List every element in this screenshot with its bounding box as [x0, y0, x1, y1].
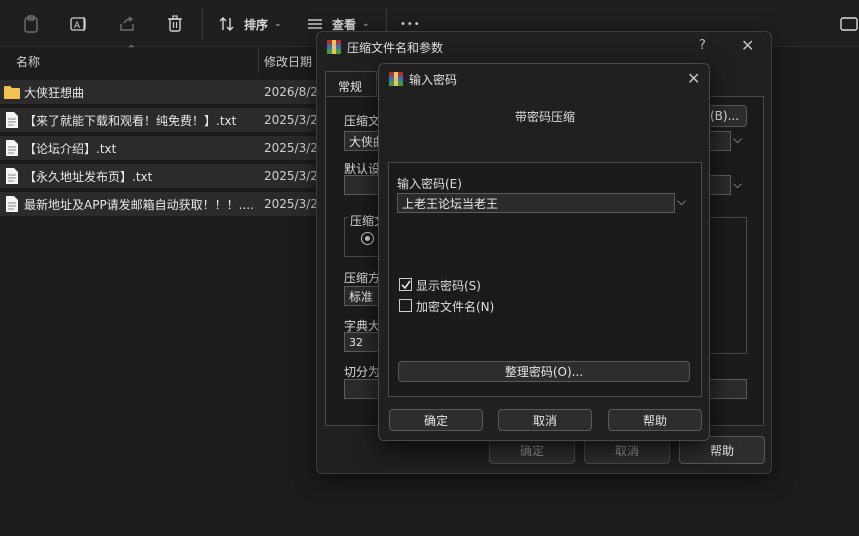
text-file-icon — [6, 140, 18, 156]
list-item[interactable]: 【永久地址发布页】.txt 2025/3/2 — [0, 164, 320, 188]
delete-button[interactable] — [164, 12, 186, 36]
trash-icon — [164, 13, 186, 35]
dialog-title: 压缩文件名和参数 — [347, 41, 444, 55]
winrar-icon — [327, 40, 341, 54]
update-mode-combo[interactable] — [709, 175, 731, 195]
text-file-icon — [6, 112, 18, 128]
file-date: 2025/3/2 — [264, 169, 318, 183]
column-header-modified[interactable]: 修改日期 — [264, 47, 312, 75]
options-field[interactable] — [709, 379, 747, 399]
share-icon — [116, 13, 138, 35]
checkmark-icon — [401, 280, 411, 290]
file-date: 2026/8/2 — [264, 85, 318, 99]
sort-button[interactable]: 排序 ⌄ — [216, 12, 282, 36]
cancel-button[interactable]: 取消 — [498, 409, 592, 431]
svg-text:A: A — [74, 21, 81, 31]
column-modified-label: 修改日期 — [264, 54, 313, 69]
winrar-icon — [389, 72, 403, 86]
encrypt-names-checkbox[interactable] — [399, 299, 412, 312]
sort-icon — [216, 13, 238, 35]
text-file-icon — [6, 168, 18, 184]
rename-button[interactable]: A — [68, 12, 90, 36]
list-item[interactable]: 最新地址及APP请发邮箱自动获取！！！.... 2025/3/2 — [0, 192, 320, 216]
details-pane-icon — [838, 13, 859, 35]
clipboard-icon — [20, 13, 42, 35]
tab-general-label: 常规 — [338, 80, 363, 94]
help-title-button[interactable]: ? — [699, 38, 706, 53]
toolbar-divider — [202, 9, 203, 39]
archive-name-label: 压缩文 — [344, 114, 381, 128]
file-date: 2025/3/2 — [264, 141, 318, 155]
folder-icon — [4, 86, 20, 99]
file-date: 2025/3/2 — [264, 113, 318, 127]
password-label: 输入密码(E) — [397, 177, 462, 191]
chevron-down-icon: ⌄ — [362, 19, 370, 29]
tab-general[interactable]: 常规 — [325, 71, 377, 97]
chevron-down-icon: ⌄ — [274, 19, 282, 29]
chevron-down-icon[interactable]: ⌵ — [733, 132, 742, 147]
organize-passwords-button[interactable]: 整理密码(O)... — [398, 361, 690, 382]
split-combo[interactable] — [344, 379, 380, 399]
ok-button[interactable]: 确定 — [389, 409, 483, 431]
rar-format-radio[interactable] — [361, 232, 374, 245]
password-input[interactable]: 上老王论坛当老王 — [397, 193, 675, 213]
more-icon: ••• — [400, 18, 421, 30]
file-name: 【论坛介绍】.txt — [24, 141, 117, 156]
encrypt-names-label[interactable]: 加密文件名(N) — [416, 298, 494, 315]
chevron-down-icon[interactable]: ⌵ — [733, 177, 742, 192]
sort-arrow-icon: ^ — [128, 44, 135, 53]
close-icon[interactable]: ✕ — [687, 69, 700, 88]
help-button[interactable]: 帮助 — [608, 409, 702, 431]
column-name-label: 名称 — [16, 54, 41, 69]
list-item[interactable]: 【来了就能下载和观看！纯免费！】.txt 2025/3/2 — [0, 108, 320, 132]
profile-combo[interactable] — [344, 175, 380, 195]
column-divider[interactable] — [258, 48, 259, 74]
share-button[interactable] — [116, 12, 138, 36]
chevron-down-icon[interactable]: ⌵ — [677, 194, 686, 209]
archive-name-combo[interactable] — [709, 131, 731, 151]
column-header-name[interactable]: 名称 — [16, 47, 40, 75]
dialog-title: 输入密码 — [409, 73, 458, 87]
split-label: 切分为 — [344, 365, 381, 379]
rename-icon: A — [68, 13, 90, 35]
paste-button[interactable] — [20, 12, 42, 36]
list-item[interactable]: 【论坛介绍】.txt 2025/3/2 — [0, 136, 320, 160]
details-pane-button[interactable] — [838, 12, 859, 36]
file-name: 最新地址及APP请发邮箱自动获取！！！.... — [24, 197, 254, 212]
show-password-label[interactable]: 显示密码(S) — [416, 277, 481, 294]
file-name: 【永久地址发布页】.txt — [24, 169, 153, 184]
file-date: 2025/3/2 — [264, 197, 318, 211]
list-item[interactable]: 大侠狂想曲 2026/8/2 — [0, 80, 320, 104]
text-file-icon — [6, 196, 18, 212]
file-name: 【来了就能下载和观看！纯免费！】.txt — [24, 113, 237, 128]
archive-name-input[interactable]: 大侠曲 — [344, 131, 380, 151]
dictionary-combo[interactable]: 32 — [344, 332, 380, 352]
sort-label: 排序 — [244, 17, 269, 32]
method-label: 压缩方 — [344, 271, 381, 285]
method-combo[interactable]: 标准 — [344, 286, 380, 306]
view-label: 查看 — [332, 17, 357, 32]
show-password-checkbox[interactable] — [399, 278, 412, 291]
file-name: 大侠狂想曲 — [24, 85, 85, 100]
password-dialog: 输入密码 ✕ 带密码压缩 输入密码(E) 上老王论坛当老王 ⌵ 显示密码(S) … — [378, 63, 710, 441]
dialog-heading: 带密码压缩 — [514, 110, 575, 124]
close-icon[interactable]: ✕ — [741, 36, 754, 55]
